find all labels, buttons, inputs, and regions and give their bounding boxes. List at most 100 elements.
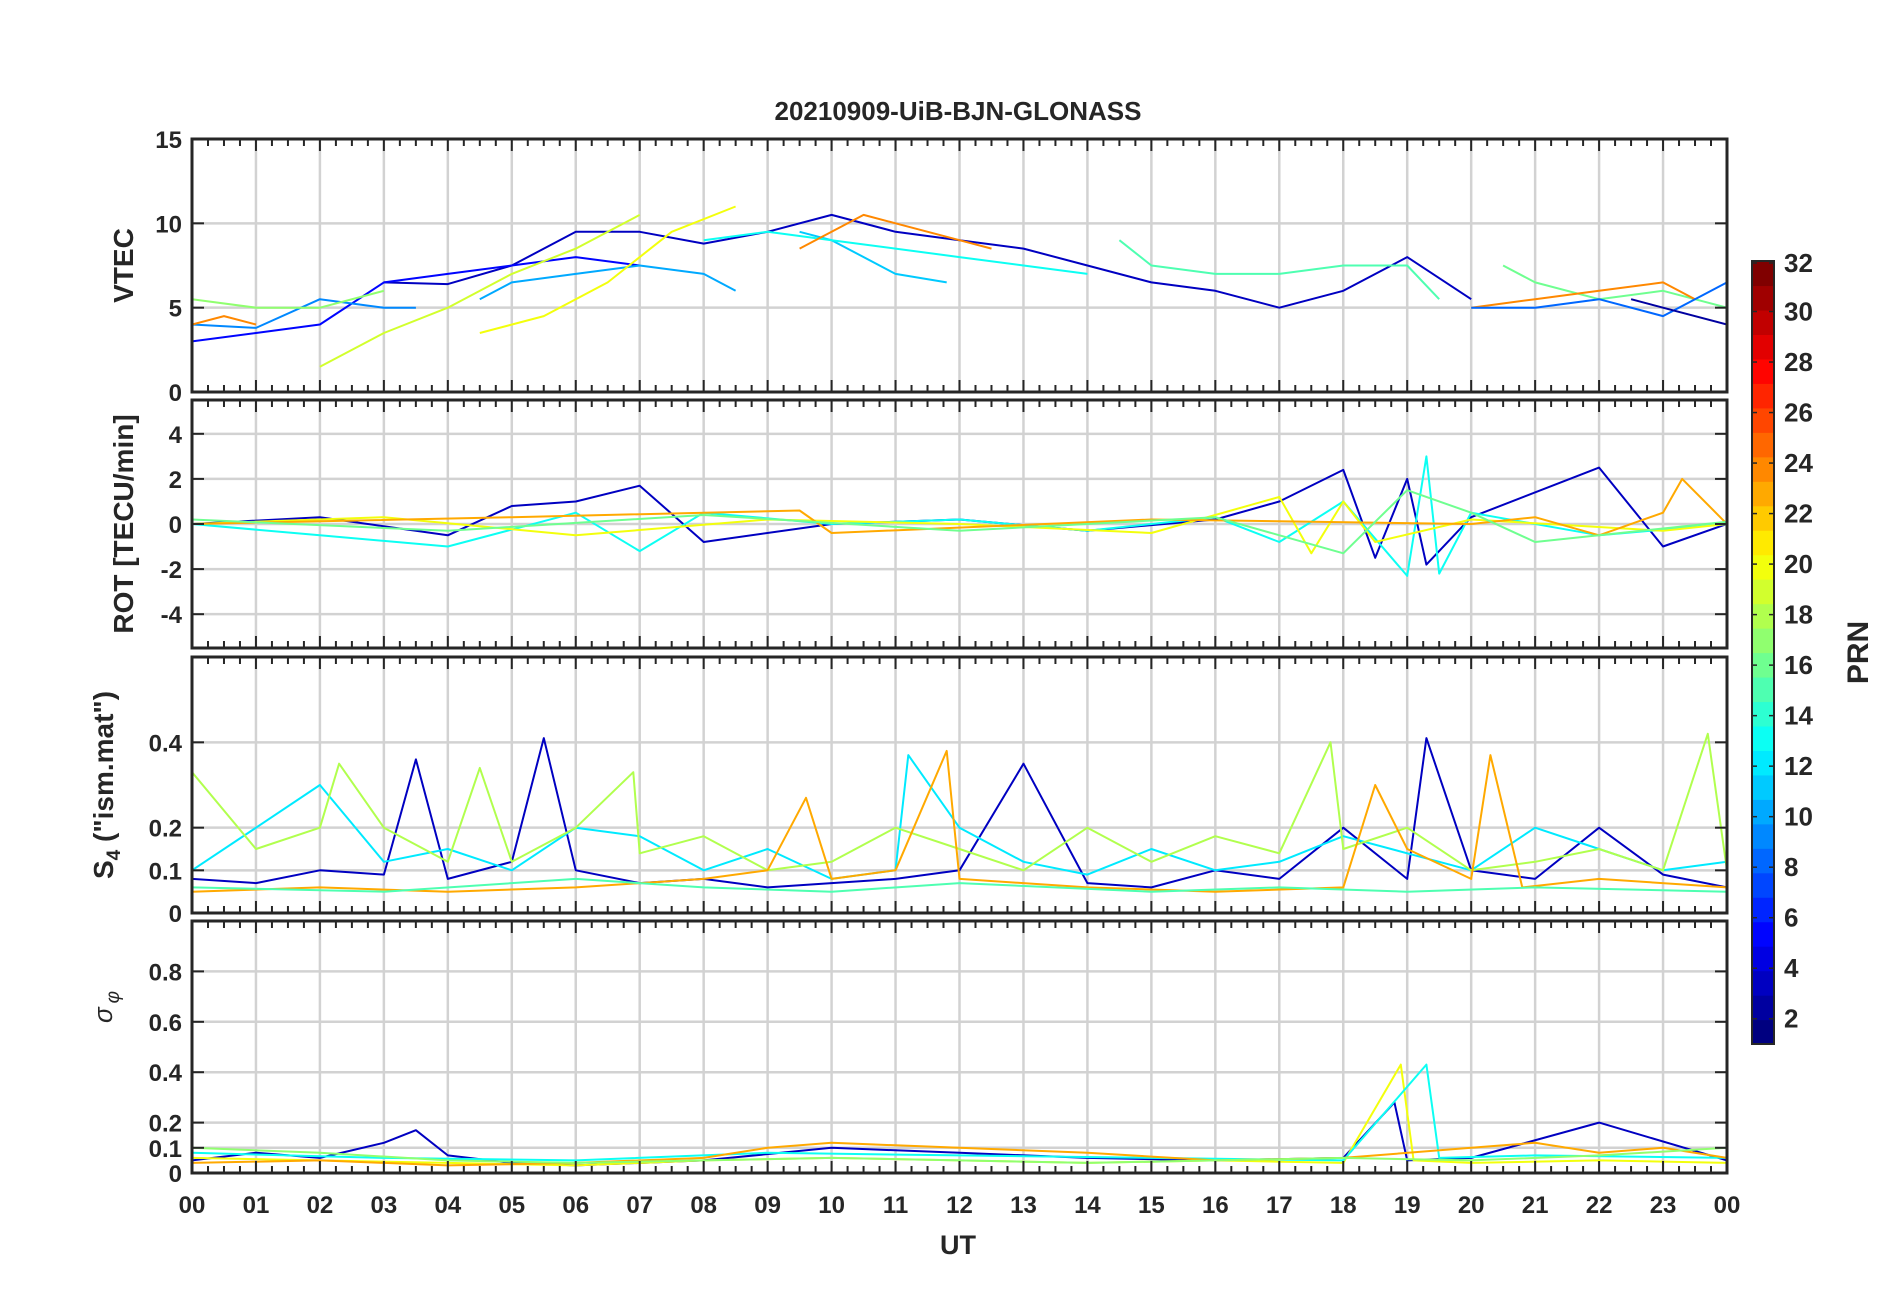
colorbar-segment — [1752, 628, 1774, 654]
colorbar-segment — [1752, 799, 1774, 825]
colorbar-segment — [1752, 1019, 1774, 1045]
colorbar-label: PRN — [1842, 621, 1875, 684]
colorbar-segment — [1752, 456, 1774, 482]
x-tick-label: 22 — [1586, 1192, 1613, 1219]
y-tick-label: 0.6 — [149, 1010, 182, 1037]
y-tick-label: 0 — [169, 901, 182, 928]
x-tick-label: 15 — [1138, 1192, 1165, 1219]
x-tick-label: 00 — [179, 1192, 206, 1219]
y-tick-label: 0 — [169, 380, 182, 407]
x-tick-label: 21 — [1522, 1192, 1549, 1219]
y-axis-label: VTEC — [108, 228, 139, 303]
colorbar-segment — [1752, 285, 1774, 311]
colorbar-segment — [1752, 970, 1774, 996]
colorbar-tick-label: 2 — [1784, 1004, 1798, 1034]
colorbar-segment — [1752, 261, 1774, 287]
y-tick-label: 0.4 — [149, 730, 183, 757]
x-tick-label: 18 — [1330, 1192, 1357, 1219]
y-axis-label: ROT [TECU/min] — [108, 414, 139, 633]
colorbar-tick-label: 32 — [1784, 248, 1813, 278]
x-axis-label: UT — [940, 1230, 976, 1260]
y-tick-label: -4 — [161, 602, 183, 629]
colorbar-segment — [1752, 579, 1774, 605]
colorbar-segment — [1752, 823, 1774, 849]
x-tick-label: 20 — [1458, 1192, 1485, 1219]
colorbar-segment — [1752, 530, 1774, 556]
chart-title: 20210909-UiB-BJN-GLONASS — [774, 96, 1141, 126]
y-tick-label: 10 — [155, 211, 182, 238]
y-tick-label: 0.2 — [149, 816, 182, 843]
x-tick-label: 19 — [1394, 1192, 1421, 1219]
x-tick-label: 12 — [946, 1192, 973, 1219]
y-tick-label: 15 — [155, 127, 182, 154]
colorbar-segment — [1752, 848, 1774, 874]
y-tick-label: 0.2 — [149, 1111, 182, 1138]
colorbar-segment — [1752, 725, 1774, 751]
x-tick-label: 05 — [498, 1192, 525, 1219]
y-axis-label-sub: 4 — [104, 849, 125, 860]
colorbar-segment — [1752, 946, 1774, 972]
x-tick-label: 11 — [883, 1192, 908, 1219]
colorbar-segment — [1752, 897, 1774, 923]
colorbar-segment — [1752, 774, 1774, 800]
colorbar-segment — [1752, 554, 1774, 580]
y-axis-label-main: S — [88, 860, 119, 879]
colorbar-segment — [1752, 872, 1774, 898]
colorbar-segment — [1752, 432, 1774, 458]
y-tick-label: -2 — [161, 557, 182, 584]
colorbar-tick-label: 10 — [1784, 802, 1813, 832]
x-tick-label: 10 — [818, 1192, 845, 1219]
x-tick-label: 13 — [1010, 1192, 1037, 1219]
x-tick-label: 14 — [1074, 1192, 1101, 1219]
x-tick-label: 08 — [690, 1192, 717, 1219]
figure-background — [0, 0, 1902, 1292]
y-tick-label: 5 — [169, 296, 182, 323]
x-tick-label: 06 — [562, 1192, 589, 1219]
y-tick-label: 2 — [169, 467, 182, 494]
y-tick-label: 0 — [169, 512, 182, 539]
colorbar-tick-label: 8 — [1784, 852, 1798, 882]
colorbar-tick-label: 4 — [1784, 953, 1799, 983]
colorbar-tick-label: 16 — [1784, 650, 1813, 680]
x-tick-label: 09 — [754, 1192, 781, 1219]
y-tick-label: 0.4 — [149, 1060, 183, 1087]
colorbar-segment — [1752, 701, 1774, 727]
colorbar-segment — [1752, 309, 1774, 336]
colorbar-segment — [1752, 750, 1774, 776]
colorbar-segment — [1752, 407, 1774, 433]
y-tick-label: 4 — [169, 422, 183, 449]
x-tick-label: 17 — [1266, 1192, 1293, 1219]
colorbar-tick-label: 6 — [1784, 903, 1798, 933]
colorbar-segment — [1752, 334, 1774, 360]
y-axis-label-sub: φ — [103, 991, 124, 1003]
colorbar-tick-label: 18 — [1784, 600, 1813, 630]
colorbar-segment — [1752, 921, 1774, 947]
y-tick-label: 0.1 — [149, 1136, 182, 1163]
y-tick-label: 0.8 — [149, 959, 182, 986]
x-tick-label: 02 — [307, 1192, 334, 1219]
colorbar-tick-label: 28 — [1784, 347, 1813, 377]
x-tick-label: 23 — [1650, 1192, 1677, 1219]
y-tick-label: 0.1 — [149, 858, 182, 885]
figure: 20210909-UiB-BJN-GLONASS 051015VTEC-4-20… — [0, 0, 1902, 1292]
colorbar-segment — [1752, 995, 1774, 1021]
y-tick-label: 0 — [169, 1161, 182, 1188]
x-tick-label: 04 — [434, 1192, 461, 1219]
colorbar-tick-label: 12 — [1784, 751, 1813, 781]
colorbar-tick-label: 20 — [1784, 549, 1813, 579]
x-tick-label: 01 — [243, 1192, 270, 1219]
colorbar-segment — [1752, 603, 1774, 629]
x-tick-label: 07 — [626, 1192, 653, 1219]
x-tick-label: 00 — [1714, 1192, 1741, 1219]
colorbar-segment — [1752, 383, 1774, 409]
colorbar-segment — [1752, 505, 1774, 531]
x-tick-label: 03 — [371, 1192, 398, 1219]
colorbar-segment — [1752, 481, 1774, 507]
colorbar-tick-label: 22 — [1784, 499, 1813, 529]
colorbar-tick-label: 30 — [1784, 297, 1813, 327]
colorbar-tick-label: 26 — [1784, 398, 1813, 428]
colorbar-segment — [1752, 676, 1774, 703]
y-axis-label-main: σ — [88, 1006, 118, 1023]
colorbar-tick-label: 24 — [1784, 448, 1813, 478]
colorbar-tick-label: 14 — [1784, 701, 1813, 731]
